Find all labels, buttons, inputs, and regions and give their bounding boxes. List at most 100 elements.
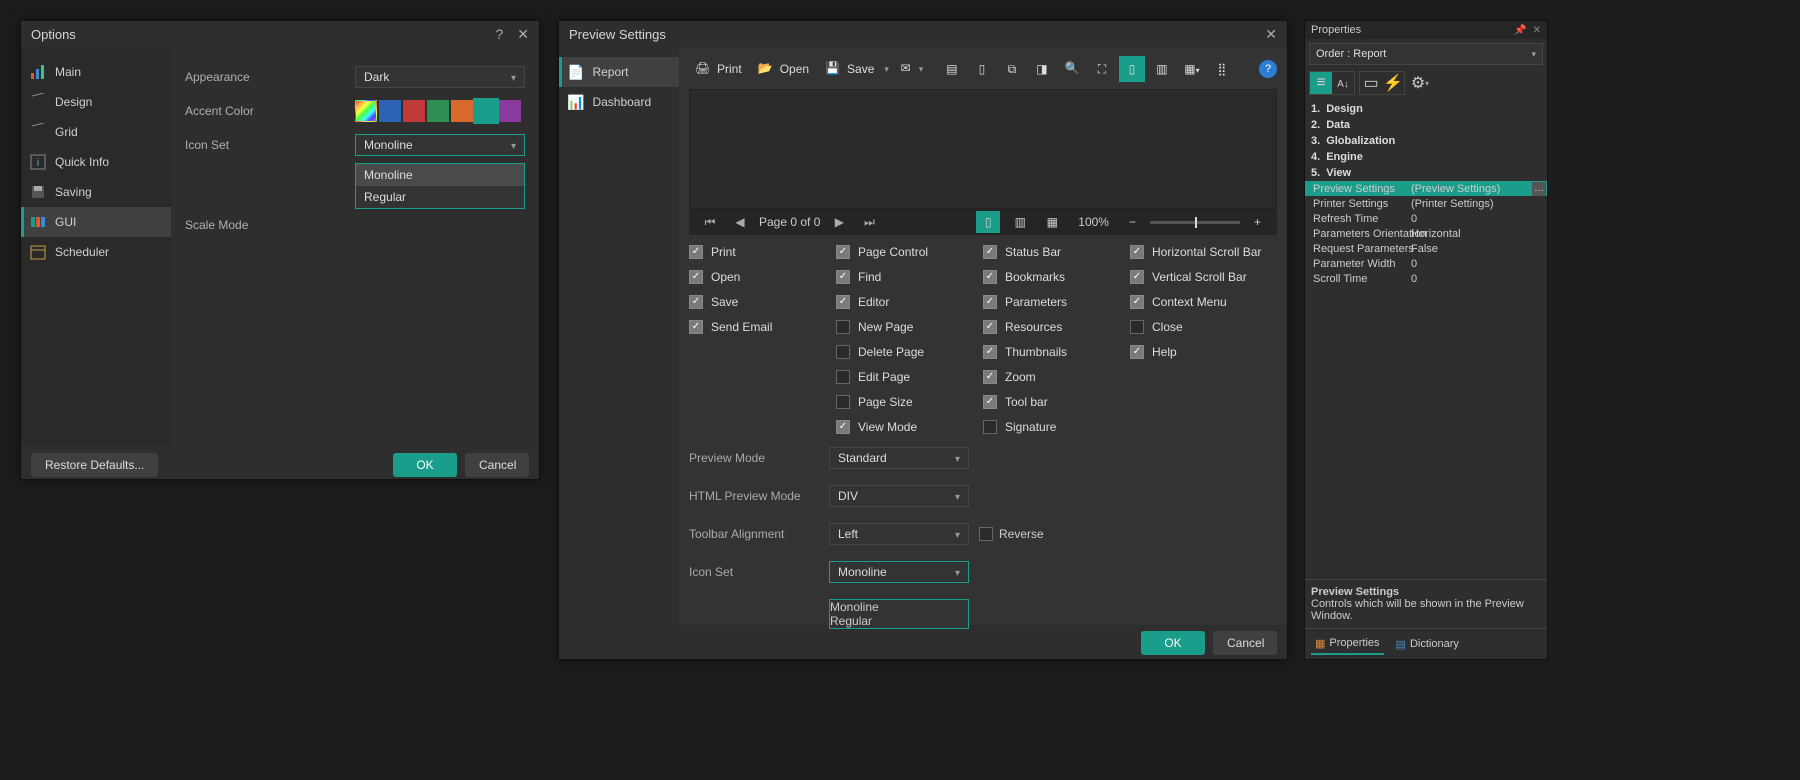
view-mode-continuous[interactable]: ▥: [1008, 211, 1032, 233]
thumbnails-button[interactable]: ◨: [1029, 56, 1055, 82]
print-button[interactable]: Print: [689, 56, 748, 82]
checkbox-resources[interactable]: Resources: [983, 320, 1130, 334]
property-row[interactable]: Scroll Time0: [1305, 271, 1547, 286]
checkbox-tool-bar[interactable]: Tool bar: [983, 395, 1130, 409]
checkbox-delete-page[interactable]: Delete Page: [836, 345, 983, 359]
checkbox-save[interactable]: Save: [689, 295, 836, 309]
checkbox-bookmarks[interactable]: Bookmarks: [983, 270, 1130, 284]
dropdown-item[interactable]: Regular: [830, 614, 968, 628]
accent-swatch[interactable]: [403, 100, 425, 122]
accent-swatch[interactable]: [451, 100, 473, 122]
sidebar-item-grid[interactable]: Grid: [21, 117, 171, 147]
categorized-button[interactable]: ≡: [1310, 72, 1332, 94]
help-icon[interactable]: ?: [495, 26, 503, 43]
sidebar-item-scheduler[interactable]: Scheduler: [21, 237, 171, 267]
view-mode-single[interactable]: ▯: [976, 211, 1000, 233]
zoom-in-button[interactable]: +: [1248, 215, 1267, 229]
checkbox-send-email[interactable]: Send Email: [689, 320, 836, 334]
checkbox-context-menu[interactable]: Context Menu: [1130, 295, 1277, 309]
preview-mode-dropdown[interactable]: Standard: [829, 447, 969, 469]
accent-swatch[interactable]: [379, 100, 401, 122]
checkbox-editor[interactable]: Editor: [836, 295, 983, 309]
sidebar-item-design[interactable]: Design: [21, 87, 171, 117]
sidebar-item-gui[interactable]: GUI: [21, 207, 171, 237]
zoom-out-button[interactable]: −: [1123, 215, 1142, 229]
dropdown-item[interactable]: Monoline: [830, 600, 968, 614]
pv-iconset-dropdown-menu[interactable]: MonolineRegular: [829, 599, 969, 629]
reverse-checkbox[interactable]: Reverse: [979, 527, 1044, 541]
property-category[interactable]: 5.View: [1305, 165, 1547, 181]
checkbox-parameters[interactable]: Parameters: [983, 295, 1130, 309]
first-page-button[interactable]: ⏮: [699, 215, 721, 230]
dropdown-item[interactable]: Monoline: [356, 164, 524, 186]
property-category[interactable]: 4.Engine: [1305, 149, 1547, 165]
property-row[interactable]: Request ParametersFalse: [1305, 241, 1547, 256]
ok-button[interactable]: OK: [393, 453, 457, 477]
close-icon[interactable]: ✕: [1265, 26, 1277, 43]
alphabetical-button[interactable]: [1332, 72, 1354, 94]
cancel-button[interactable]: Cancel: [465, 453, 529, 477]
restore-defaults-button[interactable]: Restore Defaults...: [31, 453, 158, 477]
checkbox-status-bar[interactable]: Status Bar: [983, 245, 1130, 259]
dropdown-item[interactable]: Regular: [356, 186, 524, 208]
resources-button[interactable]: ⧉: [999, 56, 1025, 82]
help-button[interactable]: ?: [1259, 60, 1277, 78]
property-row[interactable]: Printer Settings(Printer Settings): [1305, 196, 1547, 211]
tab-properties[interactable]: ▦Properties: [1311, 633, 1384, 655]
send-email-button[interactable]: ▾: [899, 56, 925, 82]
properties-list[interactable]: 1.Design2.Data3.Globalization4.Engine5.V…: [1305, 99, 1547, 579]
checkbox-zoom[interactable]: Zoom: [983, 370, 1130, 384]
bookmarks-button[interactable]: ▤: [939, 56, 965, 82]
ellipsis-button[interactable]: …: [1532, 182, 1546, 196]
checkbox-signature[interactable]: Signature: [983, 420, 1130, 434]
zoom-slider[interactable]: [1150, 221, 1240, 224]
iconset-dropdown[interactable]: Monoline: [355, 134, 525, 156]
checkbox-find[interactable]: Find: [836, 270, 983, 284]
property-row[interactable]: Refresh Time0: [1305, 211, 1547, 226]
prev-page-button[interactable]: ◀: [729, 215, 751, 229]
checkbox-page-control[interactable]: Page Control: [836, 245, 983, 259]
settings-button[interactable]: ▾: [1409, 72, 1431, 94]
checkbox-open[interactable]: Open: [689, 270, 836, 284]
pin-icon[interactable]: 📌: [1514, 25, 1526, 36]
events-button[interactable]: [1382, 72, 1404, 94]
accent-swatch[interactable]: [475, 100, 497, 122]
localize-button[interactable]: ▭: [1360, 72, 1382, 94]
property-row[interactable]: Parameter Width0: [1305, 256, 1547, 271]
find-button[interactable]: [1059, 56, 1085, 82]
checkbox-horizontal-scroll-bar[interactable]: Horizontal Scroll Bar: [1130, 245, 1277, 259]
property-row[interactable]: Preview Settings(Preview Settings)…: [1305, 181, 1547, 196]
continuous-button[interactable]: ▥: [1149, 56, 1175, 82]
close-icon[interactable]: ✕: [1533, 25, 1541, 36]
checkbox-print[interactable]: Print: [689, 245, 836, 259]
view-mode-multiple[interactable]: ▦: [1040, 211, 1064, 233]
html-mode-dropdown[interactable]: DIV: [829, 485, 969, 507]
checkbox-help[interactable]: Help: [1130, 345, 1277, 359]
sidebar-item-report[interactable]: 📄Report: [559, 57, 679, 87]
sidebar-item-saving[interactable]: Saving: [21, 177, 171, 207]
checkbox-thumbnails[interactable]: Thumbnails: [983, 345, 1130, 359]
property-row[interactable]: Parameters OrientationHorizontal: [1305, 226, 1547, 241]
accent-swatch[interactable]: [427, 100, 449, 122]
toolbar-align-dropdown[interactable]: Left: [829, 523, 969, 545]
accent-swatch[interactable]: [355, 100, 377, 122]
property-category[interactable]: 2.Data: [1305, 117, 1547, 133]
property-category[interactable]: 3.Globalization: [1305, 133, 1547, 149]
tab-dictionary[interactable]: ▤Dictionary: [1392, 633, 1463, 655]
fullscreen-button[interactable]: ⛶: [1089, 56, 1115, 82]
checkbox-page-size[interactable]: Page Size: [836, 395, 983, 409]
sidebar-item-quickinfo[interactable]: iQuick Info: [21, 147, 171, 177]
sidebar-item-main[interactable]: Main: [21, 57, 171, 87]
open-button[interactable]: Open: [752, 56, 815, 82]
multi-page-button[interactable]: ▦▾: [1179, 56, 1205, 82]
single-page-button[interactable]: ▯: [1119, 56, 1145, 82]
next-page-button[interactable]: ▶: [828, 215, 850, 229]
property-category[interactable]: 1.Design: [1305, 101, 1547, 117]
last-page-button[interactable]: ⏭: [858, 215, 880, 230]
sidebar-item-dashboard[interactable]: 📊Dashboard: [559, 87, 679, 117]
save-button[interactable]: Save▾: [819, 56, 895, 82]
parameters-button[interactable]: ▯: [969, 56, 995, 82]
iconset-dropdown-menu[interactable]: MonolineRegular: [355, 163, 525, 209]
checkbox-view-mode[interactable]: View Mode: [836, 420, 983, 434]
ok-button[interactable]: OK: [1141, 631, 1205, 655]
